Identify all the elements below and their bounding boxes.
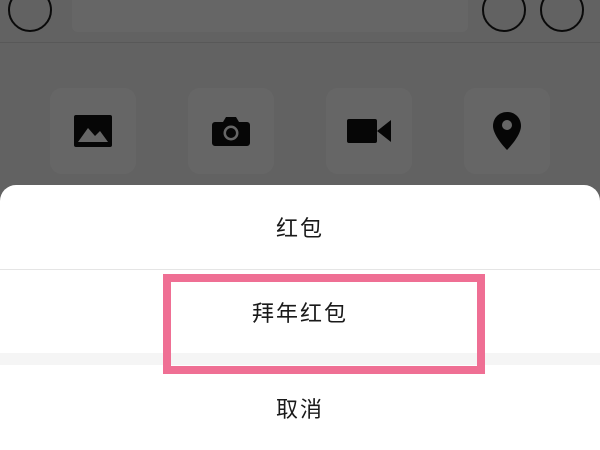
sheet-item-label: 拜年红包	[251, 301, 348, 327]
action-sheet: 红包 拜年红包 取消	[0, 185, 600, 450]
cancel-label: 取消	[275, 397, 324, 423]
cancel-button[interactable]: 取消	[0, 365, 600, 450]
chat-screen: 红包 拜年红包 取消	[0, 0, 600, 450]
sheet-item-red-packet[interactable]: 红包	[0, 185, 600, 269]
sheet-item-new-year-red-packet[interactable]: 拜年红包	[0, 270, 600, 353]
sheet-item-label: 红包	[275, 217, 324, 242]
sheet-separator	[0, 353, 600, 365]
